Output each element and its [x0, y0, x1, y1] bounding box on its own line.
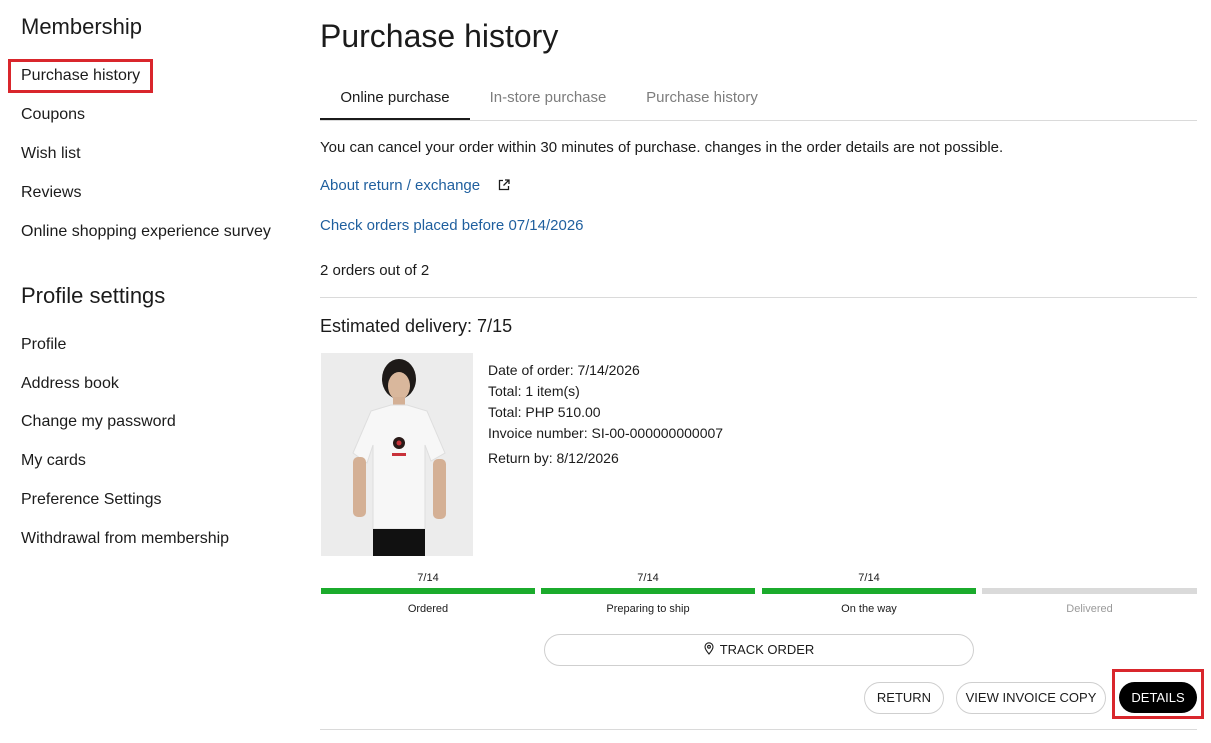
step-label: Delivered — [1066, 603, 1113, 615]
tab-bar: Online purchase In-store purchase Purcha… — [320, 78, 1197, 121]
return-exchange-link[interactable]: About return / exchange — [320, 177, 510, 194]
step-date: 7/14 — [637, 572, 659, 584]
invoice-number: Invoice number: SI-00-000000000007 — [488, 425, 724, 441]
track-order-button[interactable]: TRACK ORDER — [544, 634, 974, 666]
product-image[interactable] — [321, 353, 473, 556]
location-pin-icon — [704, 642, 714, 655]
sidebar-item-coupons[interactable]: Coupons — [21, 106, 85, 124]
sidebar-item-withdrawal[interactable]: Withdrawal from membership — [21, 530, 229, 548]
membership-heading: Membership — [21, 14, 143, 39]
step-date: 7/14 — [858, 572, 880, 584]
step-bar — [982, 588, 1197, 594]
sidebar-item-survey[interactable]: Online shopping experience survey — [21, 223, 271, 241]
sidebar-item-profile[interactable]: Profile — [21, 336, 66, 354]
return-button[interactable]: RETURN — [864, 682, 944, 714]
view-invoice-button[interactable]: VIEW INVOICE COPY — [956, 682, 1106, 714]
tab-online-purchase[interactable]: Online purchase — [320, 78, 470, 120]
progress-step-ordered: 7/14 Ordered — [321, 570, 535, 622]
progress-step-preparing: 7/14 Preparing to ship — [541, 570, 755, 622]
sidebar-item-purchase-history[interactable]: Purchase history — [8, 59, 154, 93]
sidebar-item-preference-settings[interactable]: Preference Settings — [21, 491, 162, 509]
profile-settings-heading: Profile settings — [21, 283, 166, 308]
step-bar — [762, 588, 976, 594]
step-label: Preparing to ship — [606, 603, 690, 615]
order-count: 2 orders out of 2 — [320, 262, 430, 279]
sidebar-item-address-book[interactable]: Address book — [21, 375, 119, 393]
page-title: Purchase history — [320, 18, 559, 54]
product-photo — [321, 353, 473, 556]
step-date — [982, 570, 1197, 588]
divider — [320, 729, 1197, 730]
cancel-note: You can cancel your order within 30 minu… — [320, 139, 1004, 156]
return-exchange-link-label: About return / exchange — [320, 177, 481, 194]
step-bar — [541, 588, 755, 594]
divider — [320, 297, 1197, 298]
details-button[interactable]: DETAILS — [1119, 682, 1197, 713]
progress-step-delivered: Delivered — [982, 570, 1197, 622]
step-date: 7/14 — [417, 572, 439, 584]
return-by: Return by: 8/12/2026 — [488, 450, 619, 466]
step-label: On the way — [841, 603, 897, 615]
tab-purchase-history[interactable]: Purchase history — [626, 78, 778, 120]
details-highlight: DETAILS — [1112, 669, 1204, 719]
sidebar-item-reviews[interactable]: Reviews — [21, 184, 81, 202]
progress-step-on-the-way: 7/14 On the way — [762, 570, 976, 622]
order-total-items: Total: 1 item(s) — [488, 383, 580, 399]
page: Membership Purchase history Coupons Wish… — [0, 0, 1211, 743]
order-total-price: Total: PHP 510.00 — [488, 404, 601, 420]
order-details: Date of order: 7/14/2026 Total: 1 item(s… — [488, 360, 723, 469]
step-bar — [321, 588, 535, 594]
sidebar-item-change-password[interactable]: Change my password — [21, 413, 176, 431]
step-label: Ordered — [407, 603, 449, 615]
sidebar-item-my-cards[interactable]: My cards — [21, 452, 86, 470]
estimated-delivery: Estimated delivery: 7/15 — [320, 316, 513, 336]
external-link-icon — [499, 179, 510, 191]
track-order-label: TRACK ORDER — [719, 642, 815, 657]
older-orders-link[interactable]: Check orders placed before 07/14/2026 — [320, 217, 584, 234]
delivery-progress: 7/14 Ordered 7/14 Preparing to ship 7/14… — [321, 570, 1197, 622]
tab-in-store-purchase[interactable]: In-store purchase — [470, 78, 626, 120]
sidebar-item-wish-list[interactable]: Wish list — [21, 145, 81, 163]
order-date: Date of order: 7/14/2026 — [488, 362, 640, 378]
